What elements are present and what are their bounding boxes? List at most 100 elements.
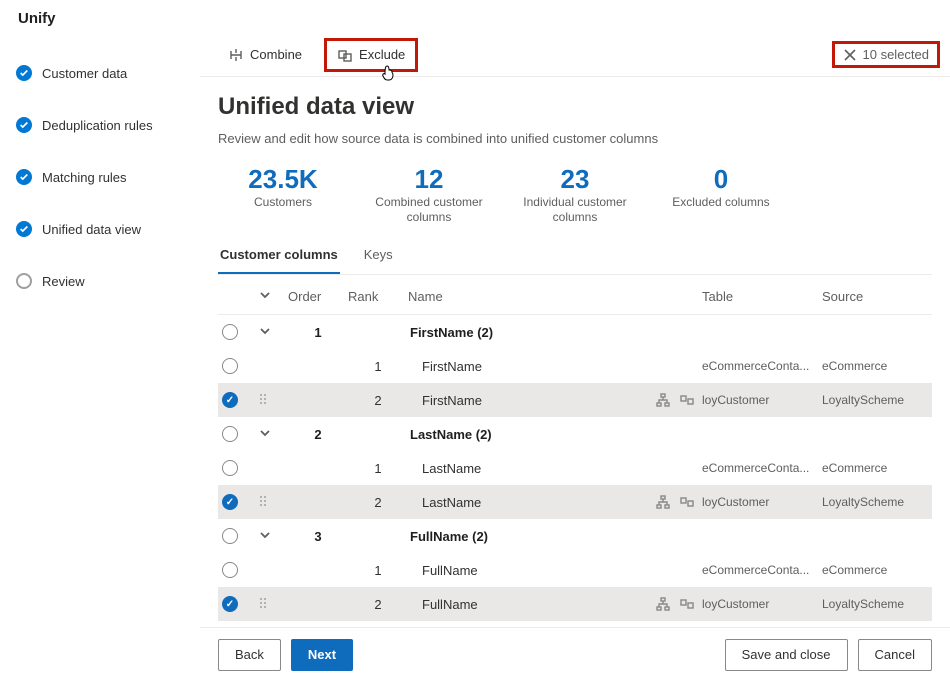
row-table: loyCustomer: [702, 393, 822, 407]
stat-individual: 23 Individual customer columns: [510, 164, 640, 225]
separate-icon: [680, 495, 694, 509]
table-row[interactable]: 2FullNameloyCustomerLoyaltyScheme: [218, 587, 932, 621]
stat-value: 23.5K: [218, 164, 348, 195]
save-close-button[interactable]: Save and close: [725, 639, 848, 671]
row-rank: 1: [348, 359, 408, 374]
table-row[interactable]: 1FirstName (2): [218, 315, 932, 349]
row-select-radio[interactable]: [222, 494, 238, 510]
separate-icon: [680, 393, 694, 407]
steps-sidebar: Customer data Deduplication rules Matchi…: [0, 33, 200, 681]
check-icon: [16, 221, 32, 237]
row-select-radio[interactable]: [222, 528, 238, 544]
exclude-icon: [337, 47, 353, 63]
table-row[interactable]: 4EMail (2): [218, 621, 932, 627]
check-icon: [16, 117, 32, 133]
row-source: eCommerce: [822, 359, 932, 373]
app-title: Unify: [0, 0, 950, 33]
col-order[interactable]: Order: [288, 289, 348, 304]
row-select-radio[interactable]: [222, 358, 238, 374]
row-rank: 2: [348, 495, 408, 510]
page-title: Unified data view: [218, 93, 932, 121]
row-name: LastName (2): [408, 427, 642, 442]
stat-label: Excluded columns: [656, 195, 786, 210]
cancel-button[interactable]: Cancel: [858, 639, 932, 671]
col-rank[interactable]: Rank: [348, 289, 408, 304]
row-table: eCommerceConta...: [702, 359, 822, 373]
close-icon[interactable]: [843, 48, 857, 62]
next-button[interactable]: Next: [291, 639, 353, 671]
row-name: FirstName: [408, 359, 642, 374]
step-unified-view[interactable]: Unified data view: [0, 203, 200, 255]
combine-button[interactable]: Combine: [218, 41, 312, 69]
exclude-button[interactable]: Exclude: [327, 41, 415, 69]
col-source[interactable]: Source: [822, 289, 932, 304]
tab-keys[interactable]: Keys: [362, 239, 395, 274]
row-name: FullName: [408, 597, 642, 612]
chevron-down-icon[interactable]: [258, 288, 288, 305]
row-rank: 1: [348, 461, 408, 476]
table-row[interactable]: 1FirstName eCommerceConta...eCommerce: [218, 349, 932, 383]
combine-label: Combine: [250, 47, 302, 62]
row-name: FullName: [408, 563, 642, 578]
col-table[interactable]: Table: [702, 289, 822, 304]
tab-customer-columns[interactable]: Customer columns: [218, 239, 340, 274]
step-matching-rules[interactable]: Matching rules: [0, 151, 200, 203]
row-table: loyCustomer: [702, 495, 822, 509]
row-order: 2: [288, 427, 348, 442]
row-select-radio[interactable]: [222, 324, 238, 340]
stat-excluded: 0 Excluded columns: [656, 164, 786, 225]
row-name: LastName: [408, 495, 642, 510]
row-name: LastName: [408, 461, 642, 476]
chevron-down-icon[interactable]: [258, 426, 288, 443]
hierarchy-icon: [656, 597, 670, 611]
toolbar: Combine Exclude 10 selected: [200, 33, 950, 77]
row-source: LoyaltyScheme: [822, 597, 932, 611]
row-name: FirstName (2): [408, 325, 642, 340]
row-select-radio[interactable]: [222, 562, 238, 578]
col-name[interactable]: Name: [408, 289, 642, 304]
chevron-down-icon[interactable]: [258, 528, 288, 545]
drag-handle-icon[interactable]: [258, 392, 288, 409]
step-customer-data[interactable]: Customer data: [0, 47, 200, 99]
footer: Back Next Save and close Cancel: [200, 627, 950, 681]
step-review[interactable]: Review: [0, 255, 200, 307]
row-table: eCommerceConta...: [702, 563, 822, 577]
hierarchy-icon: [656, 495, 670, 509]
row-select-radio[interactable]: [222, 426, 238, 442]
stat-customers: 23.5K Customers: [218, 164, 348, 225]
table-row[interactable]: 1LastNameeCommerceConta...eCommerce: [218, 451, 932, 485]
stat-value: 12: [364, 164, 494, 195]
selection-count[interactable]: 10 selected: [832, 41, 941, 68]
combine-icon: [228, 47, 244, 63]
table-row[interactable]: 2LastNameloyCustomerLoyaltyScheme: [218, 485, 932, 519]
table-row[interactable]: 1FullNameeCommerceConta...eCommerce: [218, 553, 932, 587]
separate-icon: [680, 597, 694, 611]
drag-handle-icon[interactable]: [258, 494, 288, 511]
selection-count-label: 10 selected: [863, 47, 930, 62]
tabs: Customer columns Keys: [218, 239, 932, 275]
step-dedup-rules[interactable]: Deduplication rules: [0, 99, 200, 151]
back-button[interactable]: Back: [218, 639, 281, 671]
row-name: FirstName: [408, 393, 642, 408]
chevron-down-icon[interactable]: [258, 324, 288, 341]
step-label: Customer data: [42, 66, 127, 81]
row-source: LoyaltyScheme: [822, 393, 932, 407]
content-scroll[interactable]: Unified data view Review and edit how so…: [200, 77, 950, 627]
check-icon: [16, 65, 32, 81]
row-table: eCommerceConta...: [702, 461, 822, 475]
highlight-exclude: Exclude: [324, 38, 418, 72]
stat-value: 0: [656, 164, 786, 195]
row-table: loyCustomer: [702, 597, 822, 611]
drag-handle-icon[interactable]: [258, 596, 288, 613]
check-icon: [16, 169, 32, 185]
step-label: Review: [42, 274, 85, 289]
row-select-radio[interactable]: [222, 392, 238, 408]
step-label: Unified data view: [42, 222, 141, 237]
row-select-radio[interactable]: [222, 596, 238, 612]
table-row[interactable]: 2 LastName (2): [218, 417, 932, 451]
stats-row: 23.5K Customers 12 Combined customer col…: [218, 164, 932, 225]
row-select-radio[interactable]: [222, 460, 238, 476]
table-row[interactable]: 2FirstNameloyCustomerLoyaltyScheme: [218, 383, 932, 417]
row-action-icons: [642, 597, 702, 611]
table-row[interactable]: 3FullName (2): [218, 519, 932, 553]
